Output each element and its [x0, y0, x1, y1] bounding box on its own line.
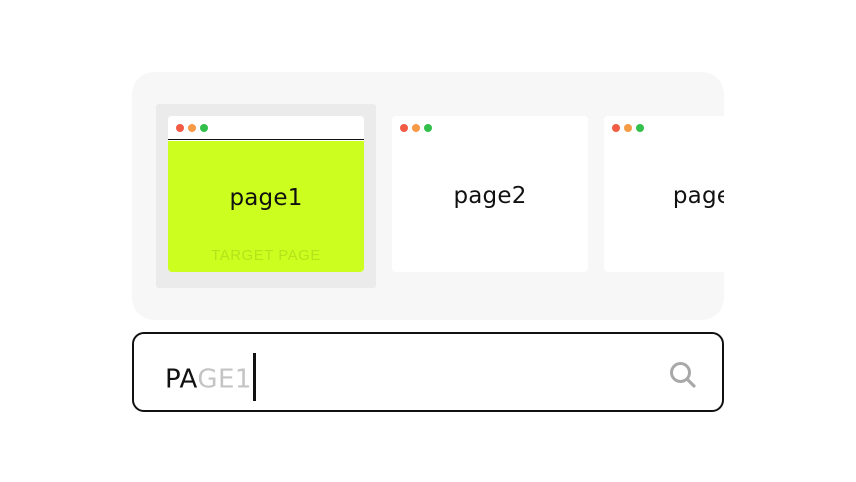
tab-preview-page2[interactable]: page2: [392, 116, 588, 272]
close-dot-icon: [400, 124, 408, 132]
page-switcher: page1 TARGET PAGE page2 page: [0, 0, 856, 482]
minimize-dot-icon: [188, 124, 196, 132]
page-content: page2: [392, 139, 588, 272]
search-input-text: PAGE1: [165, 353, 256, 401]
tab-preview-page3[interactable]: page: [604, 116, 724, 272]
target-page-content: page1 TARGET PAGE: [168, 140, 364, 272]
search-input[interactable]: PAGE1: [132, 332, 724, 412]
tab-preview-strip: page1 TARGET PAGE page2 page: [132, 72, 724, 320]
search-icon[interactable]: [668, 360, 698, 390]
tab-preview-page1[interactable]: page1 TARGET PAGE: [168, 116, 364, 272]
target-page-badge: TARGET PAGE: [211, 246, 321, 264]
minimize-dot-icon: [412, 124, 420, 132]
close-dot-icon: [612, 124, 620, 132]
close-dot-icon: [176, 124, 184, 132]
tab-label: page2: [453, 183, 527, 209]
selected-tab-frame[interactable]: page1 TARGET PAGE: [156, 104, 376, 288]
minimize-dot-icon: [624, 124, 632, 132]
typed-text: PA: [165, 364, 198, 395]
window-titlebar: [168, 116, 364, 140]
tab-label: page: [672, 183, 724, 209]
window-titlebar: [604, 116, 724, 139]
window-titlebar: [392, 116, 588, 139]
maximize-dot-icon: [636, 124, 644, 132]
text-caret: [252, 353, 256, 401]
maximize-dot-icon: [424, 124, 432, 132]
autocomplete-suggestion: GE1: [197, 364, 252, 395]
page-content: page: [604, 139, 724, 272]
tab-label: page1: [229, 184, 303, 211]
maximize-dot-icon: [200, 124, 208, 132]
